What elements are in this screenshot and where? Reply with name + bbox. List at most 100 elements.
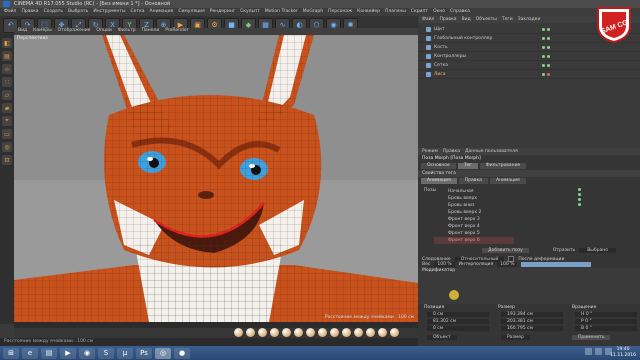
render-dot[interactable] [547, 45, 550, 49]
material-ball[interactable] [270, 328, 279, 337]
edges-mode-icon[interactable]: ▱ [2, 90, 12, 100]
timeline[interactable] [14, 322, 418, 338]
solo-icon[interactable]: ◎ [2, 142, 12, 152]
render-dot[interactable] [547, 36, 550, 40]
visibility-dot[interactable] [542, 54, 545, 58]
volume-icon[interactable] [595, 348, 602, 355]
material-ball[interactable] [294, 328, 303, 337]
coord-pos-field[interactable]: 81.302 см [427, 319, 489, 324]
pose-item[interactable]: Фронт верх 3 [434, 216, 514, 223]
media-player-icon[interactable]: ▶ [60, 347, 76, 359]
model-mode-icon[interactable]: ◧ [2, 38, 12, 48]
lock-icon[interactable]: ⊡ [2, 155, 12, 165]
coord-size-field[interactable]: 193.394 см [501, 312, 563, 317]
menu-item[interactable]: Справка [450, 9, 470, 14]
viewport-menu-item[interactable]: Камеры [33, 28, 52, 35]
menu-item[interactable]: Скрипт [411, 9, 428, 14]
attribute-subtab[interactable]: Анимация [489, 178, 526, 184]
object-menu-item[interactable]: Теги [502, 17, 513, 22]
menu-item[interactable]: Плагины [385, 9, 406, 14]
viewport-menu-item[interactable]: Вид [18, 28, 27, 35]
pose-item[interactable]: Фронт верх 4 [434, 223, 514, 230]
coord-size-field[interactable]: 160.795 см [501, 326, 563, 331]
object-menu-item[interactable]: Вид [462, 17, 471, 22]
material-ball[interactable] [282, 328, 291, 337]
menu-item[interactable]: Персонаж [328, 9, 352, 14]
coord-rot-field[interactable]: H 0 ° [575, 312, 637, 317]
start-button[interactable]: ⊞ [3, 347, 19, 359]
network-icon[interactable] [585, 348, 592, 355]
attribute-menu-item[interactable]: Режим [422, 149, 438, 154]
pose-toggle[interactable] [578, 188, 581, 191]
viewport-menu-item[interactable]: Панели [142, 28, 160, 35]
visibility-dot[interactable] [542, 45, 545, 49]
render-dot[interactable] [547, 54, 550, 58]
recorder-icon[interactable]: ● [174, 347, 190, 359]
menu-item[interactable]: Анимация [150, 9, 174, 14]
object-menu-item[interactable]: Файл [422, 17, 434, 22]
visibility-dot[interactable] [542, 36, 545, 40]
texture-mode-icon[interactable]: ▤ [2, 51, 12, 61]
coord-pos-field[interactable]: 0 см [427, 326, 489, 331]
pose-item[interactable]: Фронт верх 6 [434, 237, 514, 244]
material-ball[interactable] [246, 328, 255, 337]
pose-toggle[interactable] [578, 193, 581, 196]
pose-item[interactable]: Фронт верх 5 [434, 230, 514, 237]
polygons-mode-icon[interactable]: ▰ [2, 103, 12, 113]
snap-icon[interactable]: ⌖ [2, 116, 12, 126]
attribute-tab[interactable]: Тег [457, 163, 478, 169]
pose-item[interactable]: Бровь вверх [434, 195, 514, 202]
strength-value[interactable]: 100 % [434, 262, 455, 267]
object-menu-item[interactable]: Объекты [476, 17, 497, 22]
skype-icon[interactable]: S [98, 347, 114, 359]
object-menu-item[interactable]: Закладки [518, 17, 541, 22]
attribute-menu-item[interactable]: Данные пользователя [465, 149, 518, 154]
visibility-dot[interactable] [542, 72, 545, 76]
material-ball[interactable] [366, 328, 375, 337]
relative-select[interactable]: Относительный [454, 256, 505, 262]
object-row[interactable]: Лиса [418, 70, 640, 79]
ie-icon[interactable]: e [22, 347, 38, 359]
viewport-menu-item[interactable]: Отображение [58, 28, 91, 35]
coord-mode-select[interactable]: Объект [427, 335, 457, 340]
material-ball[interactable] [354, 328, 363, 337]
menu-item[interactable]: Симуляция [178, 9, 204, 14]
menu-item[interactable]: Правка [21, 9, 38, 14]
viewport-menu-item[interactable]: Опции [96, 28, 111, 35]
object-menu-item[interactable]: Правка [439, 17, 456, 22]
viewport-menu-item[interactable]: ProRender [165, 28, 188, 35]
render-dot[interactable] [547, 63, 550, 67]
menu-item[interactable]: Файл [4, 9, 16, 14]
menu-item[interactable]: Скульпт [240, 9, 260, 14]
pose-toggle[interactable] [578, 203, 581, 206]
menu-item[interactable]: MoGraph [303, 9, 323, 14]
coord-pos-field[interactable]: 0 см [427, 312, 489, 317]
coord-size-field[interactable]: 203.381 см [501, 319, 563, 324]
render-dot[interactable] [547, 72, 550, 76]
menu-item[interactable]: Инструменты [93, 9, 125, 14]
coord-rot-field[interactable]: P 0 ° [575, 319, 637, 324]
torrent-icon[interactable]: µ [117, 347, 133, 359]
clock[interactable]: 19:40 11.11.2016 [610, 347, 636, 358]
menu-item[interactable]: Окно [433, 9, 445, 14]
object-row[interactable]: Сетка [418, 61, 640, 70]
attribute-subtab[interactable]: Правка [458, 178, 488, 184]
menu-item[interactable]: Выбрать [68, 9, 88, 14]
pose-item[interactable]: Бровь вниз [434, 202, 514, 209]
workplane-icon[interactable]: ▭ [2, 129, 12, 139]
attribute-tab[interactable]: Фильтрование [479, 163, 527, 169]
interp-value[interactable]: 100 % [497, 262, 518, 267]
menu-item[interactable]: Конвейер [357, 9, 380, 14]
material-ball[interactable] [330, 328, 339, 337]
cinema4d-icon[interactable]: ◎ [155, 347, 171, 359]
menu-item[interactable]: Сетка [131, 9, 145, 14]
attribute-menu-item[interactable]: Правка [443, 149, 460, 154]
attribute-tab[interactable]: Основное [421, 163, 456, 169]
menu-item[interactable]: Создать [44, 9, 63, 14]
apply-button[interactable]: Применить [572, 335, 611, 340]
visibility-dot[interactable] [542, 63, 545, 67]
size-mode-select[interactable]: Размер [501, 335, 530, 340]
viewport-menu-item[interactable]: Фильтр [118, 28, 136, 35]
menu-item[interactable]: Рендеринг [210, 9, 235, 14]
coord-rot-field[interactable]: B 0 ° [575, 326, 637, 331]
